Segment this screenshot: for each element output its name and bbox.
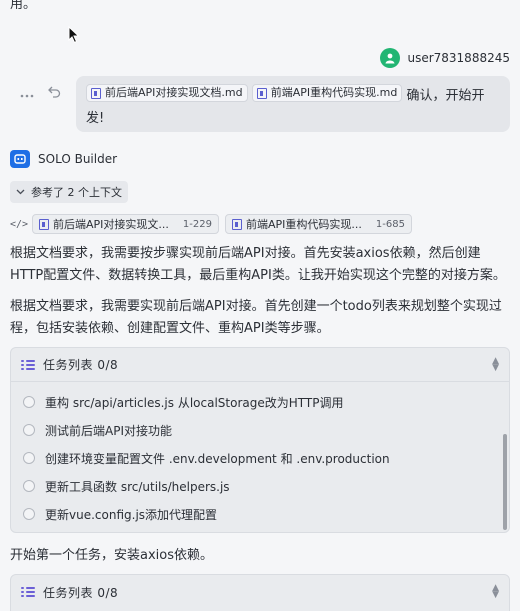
task-checkbox[interactable] <box>23 480 35 492</box>
file-chip[interactable]: 前端API重构代码实现.md <box>251 84 403 102</box>
task-list-title: 任务列表 0/8 <box>43 358 119 372</box>
references-toggle[interactable]: 参考了 2 个上下文 <box>10 181 128 203</box>
task-list-title: 任务列表 0/8 <box>43 585 119 600</box>
task-list-icon <box>21 359 35 371</box>
undo-icon[interactable] <box>48 86 61 102</box>
task-checkbox[interactable] <box>23 424 35 436</box>
mouse-cursor-icon <box>68 26 80 44</box>
user-avatar-icon[interactable] <box>380 48 401 68</box>
task-list-panel: 任务列表 0/8 ▲ ▼ <box>10 574 510 611</box>
code-icon: </> <box>10 218 29 230</box>
task-item[interactable]: 更新工具函数 src/utils/helpers.js <box>23 472 509 500</box>
task-checkbox[interactable] <box>23 396 35 408</box>
file-icon <box>91 87 101 99</box>
previous-message-tail: 用。 <box>10 0 37 12</box>
more-dots-icon[interactable] <box>20 86 34 102</box>
chevron-down-icon <box>16 189 25 195</box>
task-item[interactable]: 测试前后端API对接功能 <box>23 416 509 444</box>
task-list-header[interactable]: 任务列表 0/8 ▲ ▼ <box>11 575 509 609</box>
expand-toggle-icon[interactable]: ▲ ▼ <box>492 584 499 600</box>
assistant-header: SOLO Builder <box>10 150 117 168</box>
task-items: 重构 src/api/articles.js 从localStorage改为HT… <box>11 382 509 534</box>
reference-range: 1-685 <box>375 218 405 230</box>
assistant-name: SOLO Builder <box>38 152 118 166</box>
expand-toggle-icon[interactable]: ▲ ▼ <box>492 356 499 372</box>
assistant-paragraph: 根据文档要求，我需要按步骤实现前后端API对接。首先安装axios依赖，然后创建… <box>10 246 506 283</box>
references-list: </> 前后端API对接实现文... 1-229 前端API重构代码实现... … <box>10 214 412 234</box>
file-icon <box>256 87 267 99</box>
reference-chip[interactable]: 前端API重构代码实现... 1-685 <box>224 214 412 234</box>
task-checkbox[interactable] <box>23 508 35 520</box>
task-list-panel: 任务列表 0/8 ▲ ▼ 重构 src/api/articles.js 从loca… <box>10 347 510 533</box>
username: user7831888245 <box>407 51 510 65</box>
assistant-paragraph: 开始第一个任务，安装axios依赖。 <box>10 548 213 563</box>
assistant-paragraph: 根据文档要求，我需要实现前后端API对接。首先创建一个todo列表来规划整个实现… <box>10 299 502 336</box>
file-chip[interactable]: 前后端API对接实现文档.md <box>86 84 248 102</box>
references-label: 参考了 2 个上下文 <box>31 186 122 199</box>
file-icon <box>231 218 242 230</box>
reference-range: 1-229 <box>182 218 212 230</box>
reference-chip[interactable]: 前后端API对接实现文... 1-229 <box>32 214 219 234</box>
message-actions <box>20 86 61 102</box>
task-checkbox[interactable] <box>23 452 35 464</box>
builder-logo-icon <box>10 150 30 168</box>
file-icon <box>39 218 49 230</box>
task-list-icon <box>21 586 35 598</box>
task-item[interactable]: 更新vue.config.js添加代理配置 <box>23 500 509 528</box>
task-list-scrollbar[interactable] <box>503 434 507 530</box>
user-header: user7831888245 <box>380 48 510 68</box>
task-item[interactable]: 创建环境变量配置文件 .env.development 和 .env.produ… <box>23 444 509 472</box>
task-item[interactable]: 重构 src/api/articles.js 从localStorage改为HT… <box>23 388 509 416</box>
user-message-bubble: 前后端API对接实现文档.md 前端API重构代码实现.md 确认，开始开发! <box>76 76 510 132</box>
task-list-header[interactable]: 任务列表 0/8 ▲ ▼ <box>11 348 509 382</box>
